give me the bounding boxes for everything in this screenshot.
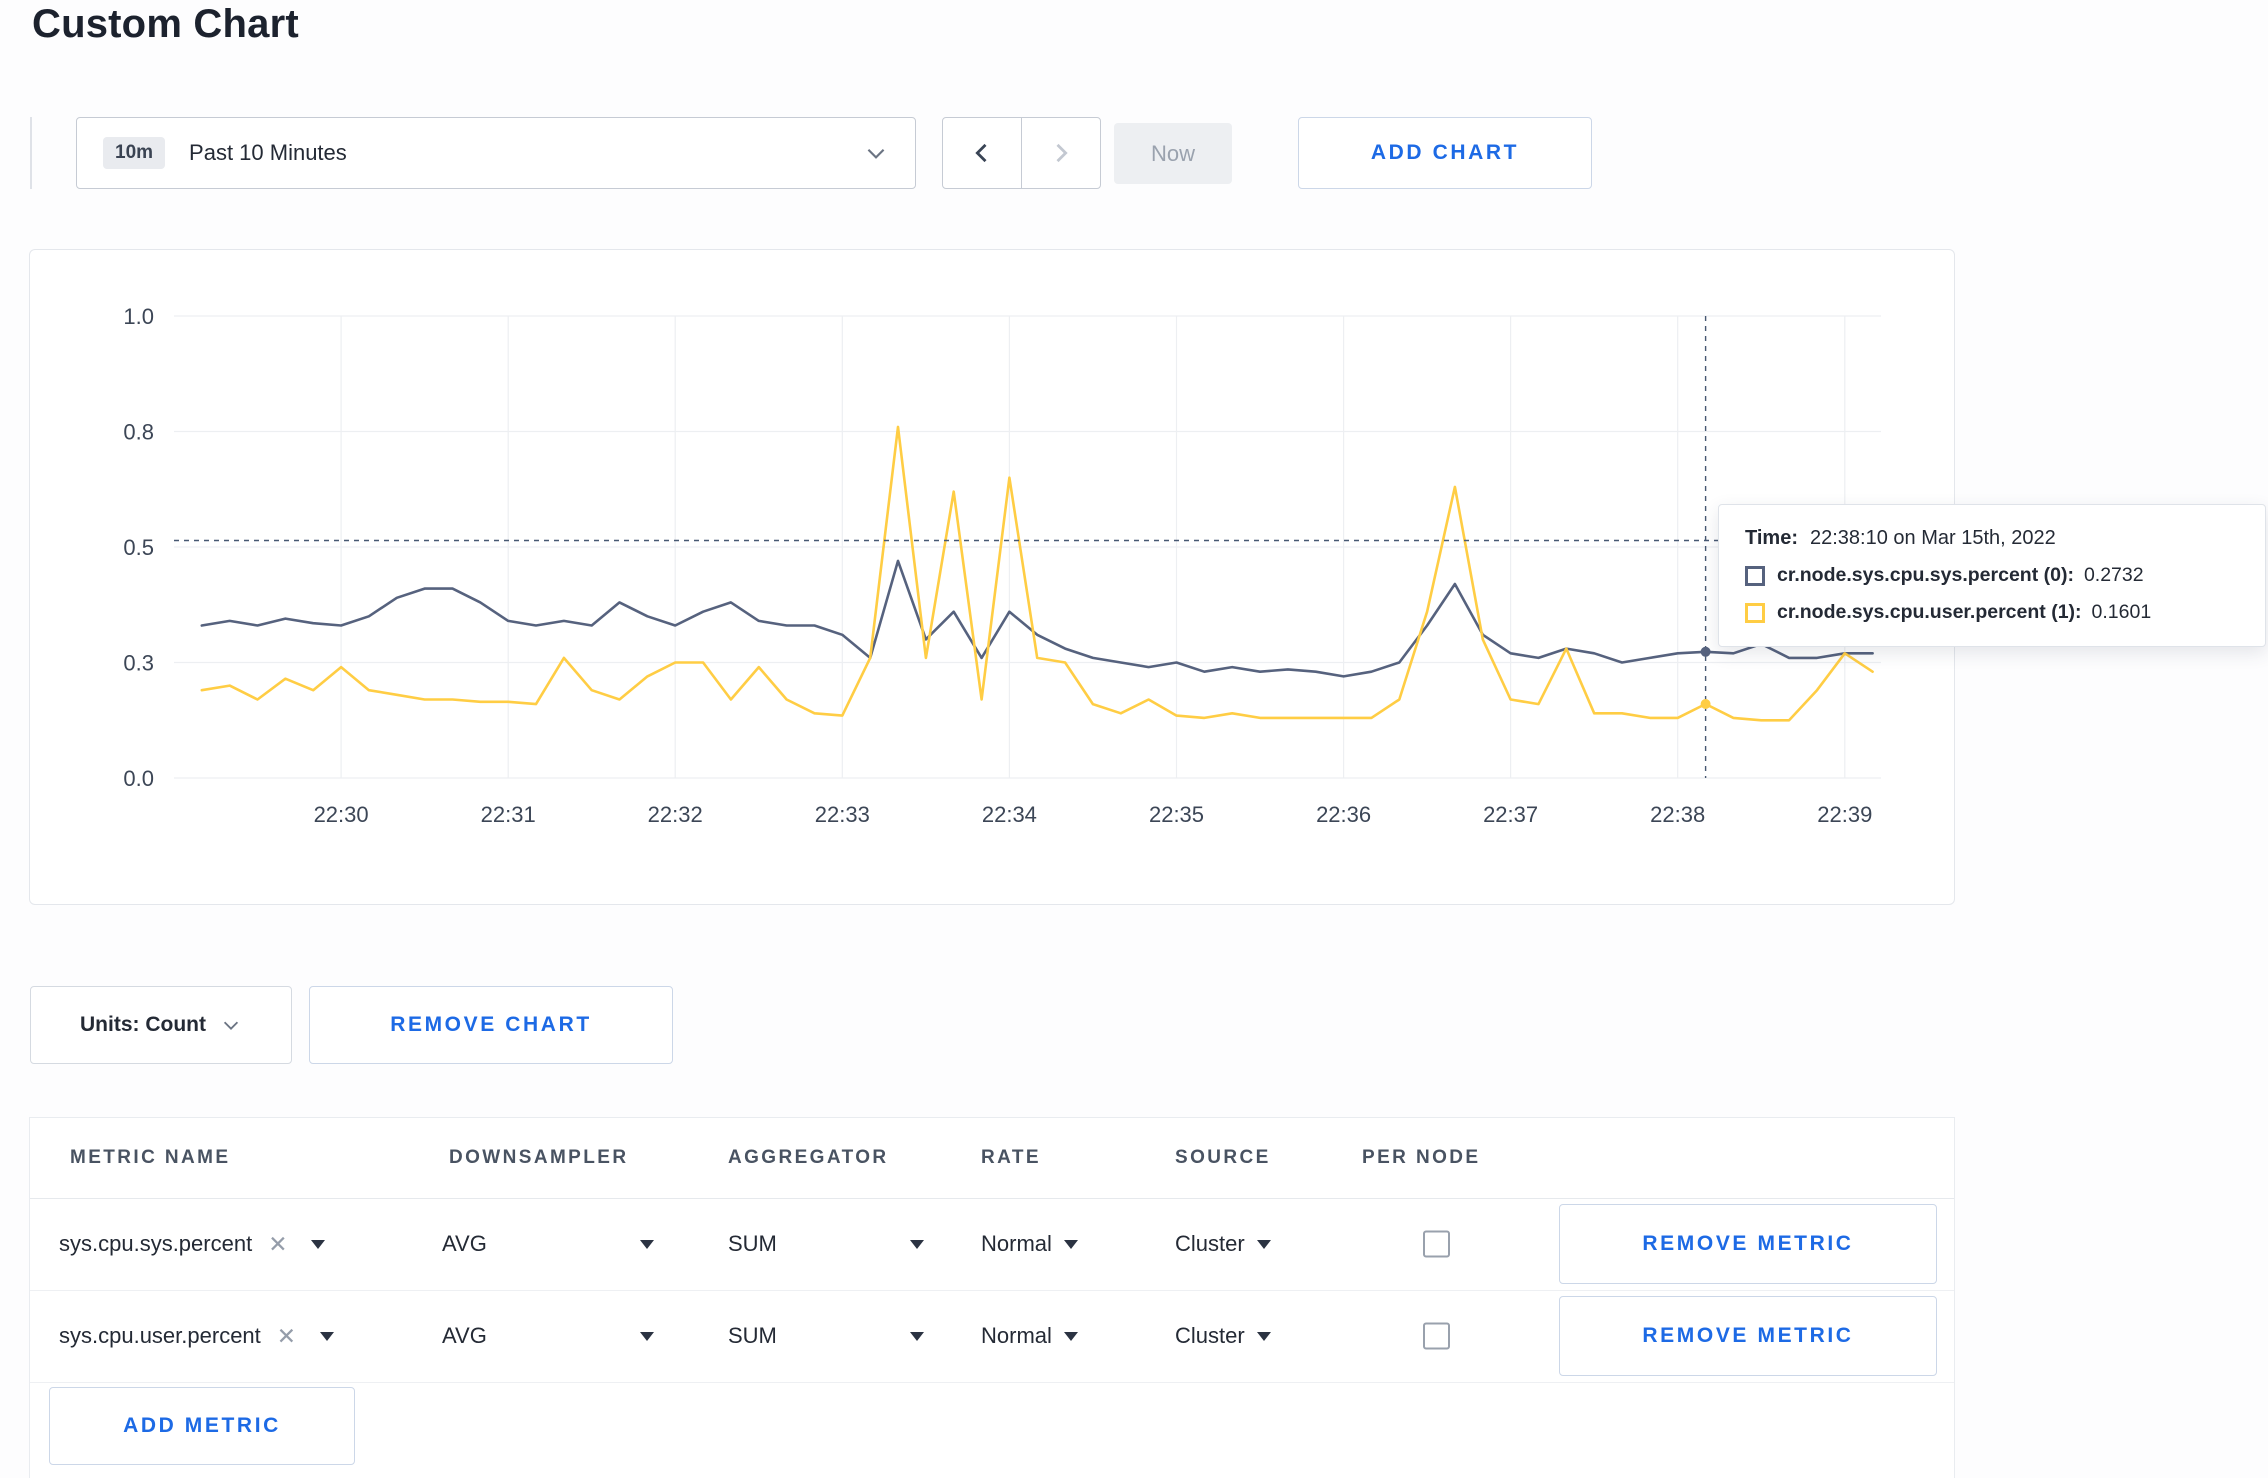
tooltip-time-label: Time: xyxy=(1745,527,1798,549)
chart-plot-area[interactable]: 0.0 0.3 0.5 0.8 1.0 22:30 22:31 22:32 22:33 22:34… xyxy=(30,250,1954,904)
chevron-down-icon xyxy=(640,1331,654,1341)
aggregator-value: SUM xyxy=(728,1231,777,1256)
aggregator-select[interactable]: SUM xyxy=(728,1198,924,1290)
col-header-rate: RATE xyxy=(981,1147,1041,1168)
col-header-aggregator: AGGREGATOR xyxy=(728,1147,889,1168)
x-tick-label: 22:30 xyxy=(314,802,369,827)
add-chart-button[interactable]: ADD CHART xyxy=(1298,117,1592,189)
metric-name-select[interactable]: sys.cpu.sys.percent xyxy=(59,1198,326,1290)
x-tick-label: 22:35 xyxy=(1149,802,1204,827)
y-tick-label: 0.0 xyxy=(123,766,154,791)
metrics-table: METRIC NAME DOWNSAMPLER AGGREGATOR RATE … xyxy=(29,1117,1955,1478)
x-tick-label: 22:38 xyxy=(1650,802,1705,827)
tooltip-series-value: 0.1601 xyxy=(2091,601,2152,623)
series-line xyxy=(200,425,1874,722)
rate-select[interactable]: Normal xyxy=(981,1290,1078,1382)
time-range-select[interactable]: 10m Past 10 Minutes xyxy=(76,117,916,189)
units-label: Units: Count xyxy=(80,1013,206,1036)
rate-select[interactable]: Normal xyxy=(981,1198,1078,1290)
chevron-down-icon xyxy=(867,148,885,159)
x-tick-label: 22:31 xyxy=(481,802,536,827)
downsampler-value: AVG xyxy=(442,1323,487,1348)
add-metric-button[interactable]: ADD METRIC xyxy=(49,1387,355,1465)
downsampler-select[interactable]: AVG xyxy=(442,1198,654,1290)
tooltip-series-row-user: cr.node.sys.cpu.user.percent (1): 0.1601 xyxy=(1745,601,2239,624)
chevron-down-icon[interactable] xyxy=(311,1239,326,1249)
toolbar-left-rule xyxy=(30,117,32,189)
tooltip-time-value: 22:38:10 on Mar 15th, 2022 xyxy=(1809,527,2056,549)
rate-value: Normal xyxy=(981,1231,1052,1256)
downsampler-select[interactable]: AVG xyxy=(442,1290,654,1382)
time-window-badge: 10m xyxy=(103,137,166,169)
hover-marker xyxy=(1700,646,1711,657)
clear-metric-icon[interactable] xyxy=(268,1233,287,1256)
metric-name-value: sys.cpu.sys.percent xyxy=(59,1231,253,1256)
metric-row: sys.cpu.user.percent AVG SUM Normal Clus… xyxy=(30,1290,1954,1383)
source-select[interactable]: Cluster xyxy=(1175,1290,1271,1382)
chevron-down-icon xyxy=(1063,1239,1078,1249)
hover-marker xyxy=(1700,699,1711,709)
tooltip-series-row-sys: cr.node.sys.cpu.sys.percent (0): 0.2732 xyxy=(1745,564,2239,587)
tooltip-series-name: cr.node.sys.cpu.user.percent (1): xyxy=(1777,601,2082,623)
time-next-button[interactable] xyxy=(1021,117,1101,189)
x-tick-label: 22:32 xyxy=(648,802,703,827)
tooltip-series-value: 0.2732 xyxy=(2083,564,2144,586)
x-tick-label: 22:36 xyxy=(1316,802,1371,827)
time-prev-button[interactable] xyxy=(942,117,1022,189)
x-tick-label: 22:33 xyxy=(815,802,870,827)
chevron-down-icon xyxy=(640,1239,654,1249)
col-header-metric-name: METRIC NAME xyxy=(70,1147,231,1168)
chart-card: 0.0 0.3 0.5 0.8 1.0 22:30 22:31 22:32 22:33 22:34… xyxy=(29,249,1955,905)
metrics-table-header: METRIC NAME DOWNSAMPLER AGGREGATOR RATE … xyxy=(30,1118,1954,1199)
chevron-down-icon xyxy=(223,1021,239,1030)
remove-metric-button[interactable]: REMOVE METRIC xyxy=(1559,1296,1937,1376)
source-select[interactable]: Cluster xyxy=(1175,1198,1271,1290)
chevron-right-icon xyxy=(1056,143,1068,163)
per-node-checkbox[interactable] xyxy=(1423,1230,1450,1258)
metric-name-value: sys.cpu.user.percent xyxy=(59,1323,261,1348)
col-header-source: SOURCE xyxy=(1175,1147,1271,1168)
clear-metric-icon[interactable] xyxy=(277,1325,296,1348)
downsampler-value: AVG xyxy=(442,1231,487,1256)
col-header-per-node: PER NODE xyxy=(1362,1147,1481,1168)
chevron-down-icon xyxy=(1063,1331,1078,1341)
tooltip-time-row: Time: 22:38:10 on Mar 15th, 2022 xyxy=(1745,527,2239,550)
metric-row: sys.cpu.sys.percent AVG SUM Normal Clust… xyxy=(30,1198,1954,1291)
custom-chart-page: Custom Chart 10m Past 10 Minutes Now ADD… xyxy=(0,0,2268,1478)
y-tick-label: 1.0 xyxy=(123,304,154,329)
series-sys-swatch-icon xyxy=(1745,565,1765,586)
y-tick-label: 0.5 xyxy=(123,535,154,560)
metric-name-select[interactable]: sys.cpu.user.percent xyxy=(59,1290,335,1382)
chevron-left-icon xyxy=(975,143,987,163)
tooltip-series-name: cr.node.sys.cpu.sys.percent (0): xyxy=(1777,564,2074,586)
y-tick-label: 0.3 xyxy=(123,651,154,676)
x-tick-label: 22:34 xyxy=(982,802,1037,827)
rate-value: Normal xyxy=(981,1323,1052,1348)
chevron-down-icon xyxy=(910,1239,924,1249)
chart-hover-tooltip: Time: 22:38:10 on Mar 15th, 2022 cr.node.… xyxy=(1718,504,2266,647)
series-user-swatch-icon xyxy=(1745,602,1765,623)
chevron-down-icon xyxy=(1256,1331,1271,1341)
remove-chart-button[interactable]: REMOVE CHART xyxy=(309,986,673,1064)
now-button[interactable]: Now xyxy=(1114,123,1232,184)
source-value: Cluster xyxy=(1175,1323,1245,1348)
source-value: Cluster xyxy=(1175,1231,1245,1256)
col-header-downsampler: DOWNSAMPLER xyxy=(449,1147,629,1168)
time-nav-group xyxy=(942,117,1101,189)
page-title: Custom Chart xyxy=(32,2,299,46)
y-tick-label: 0.8 xyxy=(123,420,154,445)
per-node-checkbox[interactable] xyxy=(1423,1322,1450,1350)
chevron-down-icon xyxy=(1256,1239,1271,1249)
aggregator-select[interactable]: SUM xyxy=(728,1290,924,1382)
x-tick-label: 22:37 xyxy=(1483,802,1538,827)
chevron-down-icon xyxy=(910,1331,924,1341)
aggregator-value: SUM xyxy=(728,1323,777,1348)
chevron-down-icon[interactable] xyxy=(320,1331,335,1341)
units-select[interactable]: Units: Count xyxy=(30,986,292,1064)
x-tick-label: 22:39 xyxy=(1817,802,1872,827)
time-window-label: Past 10 Minutes xyxy=(189,140,347,165)
remove-metric-button[interactable]: REMOVE METRIC xyxy=(1559,1204,1937,1284)
